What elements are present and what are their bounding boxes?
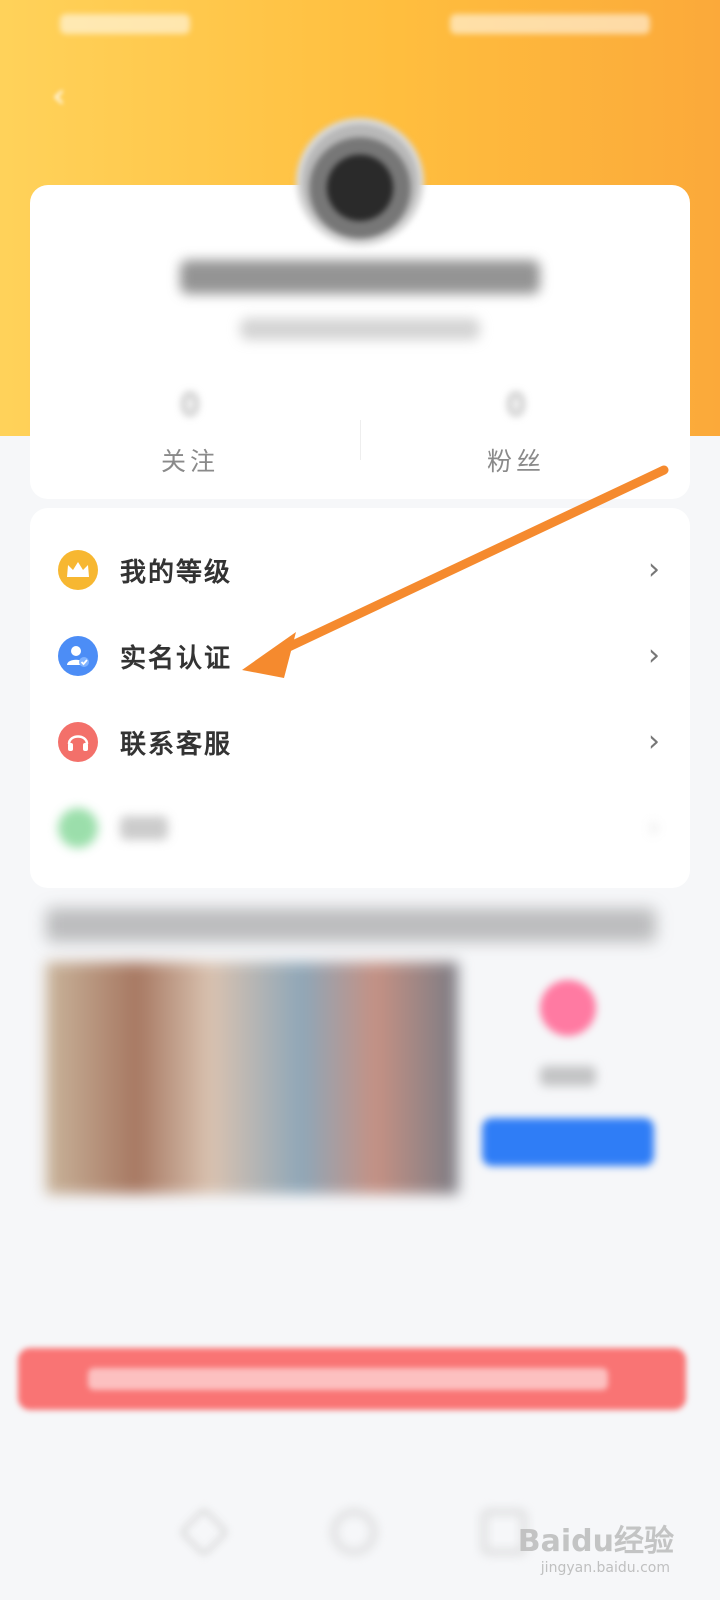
watermark-url: jingyan.baidu.com — [540, 1560, 670, 1576]
ad-action-button[interactable] — [482, 1118, 654, 1166]
menu-item-label: 我的等级 — [120, 558, 233, 588]
nickname-blurred — [180, 260, 540, 294]
stats-divider — [360, 420, 361, 460]
crown-icon — [58, 550, 98, 590]
followers-count: 0 — [506, 388, 526, 423]
menu-item-label-blurred — [120, 816, 168, 840]
verified-user-icon — [58, 636, 98, 676]
status-bar-right — [450, 14, 650, 34]
status-bar-left — [60, 14, 190, 34]
chevron-right-icon: › — [648, 724, 660, 759]
settings-icon — [58, 808, 98, 848]
avatar[interactable] — [296, 118, 424, 246]
chevron-right-icon: › — [648, 552, 660, 587]
ad-app-logo — [540, 980, 596, 1036]
ad-app-name-blurred — [540, 1066, 596, 1086]
following-label[interactable]: 关注 — [130, 442, 250, 478]
chevron-right-icon: › — [648, 638, 660, 673]
nav-back-icon[interactable] — [179, 1507, 229, 1557]
ad-image[interactable] — [46, 962, 458, 1194]
menu-card: 我的等级 › 实名认证 › 联系客服 › › — [30, 508, 690, 888]
menu-item-my-level[interactable]: 我的等级 › — [30, 528, 690, 614]
headset-icon — [58, 722, 98, 762]
promo-banner-text-blurred — [88, 1368, 608, 1390]
ad-title-blurred — [46, 908, 656, 942]
profile-subtitle-blurred — [240, 318, 480, 340]
menu-item-settings-blurred[interactable]: › — [30, 786, 690, 872]
status-bar — [0, 0, 720, 50]
menu-item-real-name-verification[interactable]: 实名认证 › — [30, 614, 690, 700]
promo-banner[interactable] — [18, 1348, 686, 1410]
chevron-right-icon: › — [648, 810, 660, 845]
menu-item-label: 联系客服 — [120, 730, 233, 760]
menu-item-label: 实名认证 — [120, 644, 233, 674]
nav-home-icon[interactable] — [332, 1510, 376, 1554]
back-button[interactable]: ‹ — [52, 79, 80, 113]
following-count: 0 — [180, 388, 200, 423]
menu-item-customer-service[interactable]: 联系客服 › — [30, 700, 690, 786]
watermark-logo: Baidu经验 — [517, 1524, 674, 1559]
followers-label[interactable]: 粉丝 — [456, 442, 576, 478]
